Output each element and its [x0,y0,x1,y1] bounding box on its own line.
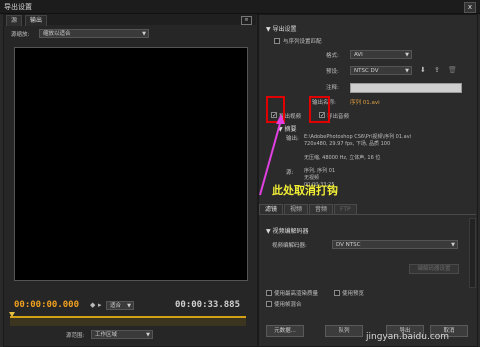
source-scale-label: 源缩放: [11,32,30,38]
chevron-down-icon: ▼ [142,31,146,37]
preset-value: NTSC DV [354,68,379,74]
tab-source[interactable]: 源 [6,15,23,26]
frame-blend-checkbox[interactable] [266,301,272,307]
set-out-icon[interactable]: ▸ [98,301,102,309]
delete-preset-icon[interactable]: 🗑 [448,66,457,74]
queue-button[interactable]: 队列 [325,325,363,337]
video-codec-heading[interactable]: ▼ 视频编解码器 [266,226,309,235]
frame-blend-label: 使用帧混合 [274,302,302,308]
tab-output[interactable]: 输出 [25,15,48,26]
video-codec-value: DV NTSC [336,242,361,248]
video-codec-dropdown[interactable]: DV NTSC ▼ [332,240,458,249]
source-tab-row: 源 输出 ≡ [3,14,256,26]
export-settings-title: 导出设置 [272,26,297,33]
fit-value: 适合 [110,303,122,309]
chevron-down-icon: ▼ [146,332,150,338]
video-preview [14,47,248,281]
annotation-arrow [259,114,285,196]
chevron-down-icon: ▼ [405,68,409,74]
use-preview-label: 使用预览 [342,291,365,297]
summary-output-line: E:\AdobePhotoshop CS6\Pr\视频\序列 01.avi [304,134,412,140]
metadata-button[interactable]: 元数据... [266,325,304,337]
source-scale-value: 缩放以适合 [43,31,71,37]
video-codec-title: 视频编解码器 [272,228,309,235]
source-scale-dropdown[interactable]: 缩放以适合 ▼ [39,29,149,38]
panel-menu-icon[interactable]: ≡ [241,16,252,25]
summary-output-line [304,148,411,155]
summary-output-line: 无压缩, 48000 Hz, 立体声, 16 位 [304,155,381,161]
window-title: 导出设置 [4,3,32,11]
summary-source-line: 无视频 [304,175,320,181]
match-sequence-checkbox[interactable] [274,38,280,44]
preset-dropdown[interactable]: NTSC DV ▼ [350,66,412,75]
max-render-checkbox[interactable] [266,290,272,296]
comment-input[interactable] [350,83,462,93]
max-render-label: 使用最高渲染质量 [274,291,319,297]
export-audio-label: 导出音频 [327,114,350,120]
use-preview-checkbox[interactable] [334,290,340,296]
export-settings-panel [258,14,478,347]
summary-output-line: 720x480, 29.97 fps, 下场, 品质 100 [304,141,391,147]
summary-output-label: 输出: [286,136,299,142]
format-value: AVI [354,52,363,58]
current-time[interactable]: 00:00:00.000 [14,300,79,310]
format-dropdown[interactable]: AVI ▼ [350,50,412,59]
save-preset-icon[interactable]: ⬇ [420,66,426,74]
source-range-dropdown[interactable]: 工作区域 ▼ [91,330,153,339]
summary-output-text: E:\AdobePhotoshop CS6\Pr\视频\序列 01.avi 72… [304,134,411,162]
summary-source-line: 序列, 序列 01 [304,168,336,174]
preset-label: 预设: [326,69,339,75]
comment-label: 注释: [326,85,339,91]
chevron-down-icon: ▼ [451,242,455,248]
tab-divider [259,214,476,215]
chevron-down-icon: ▼ [127,303,131,309]
summary-title: 摘要 [284,126,297,133]
codec-settings-button[interactable]: 编解码器设置 [409,264,459,274]
timeline-bar[interactable] [10,316,246,326]
video-codec-label: 视频编解码器: [272,243,307,249]
source-range-value: 工作区域 [95,332,118,338]
playhead-icon[interactable] [9,312,15,317]
export-settings-heading[interactable]: ▼ 导出设置 [266,24,297,33]
output-name-link[interactable]: 序列 01.avi [350,98,380,106]
scrollbar[interactable] [469,218,476,288]
watermark-text: jingyan.baidu.com [366,332,450,342]
summary-source-label: 源: [286,170,294,176]
set-in-icon[interactable]: ◆ [90,301,95,309]
chevron-down-icon: ▼ [405,52,409,58]
close-button[interactable]: x [464,2,476,13]
import-preset-icon[interactable]: ⇪ [434,66,440,74]
highlight-box-audio [309,96,330,123]
source-range-label: 源范围: [66,333,85,339]
match-sequence-label: 与序列设置匹配 [283,39,322,45]
duration: 00:00:33.885 [175,300,241,310]
fit-dropdown[interactable]: 适合 ▼ [106,301,134,310]
title-bar: 导出设置 x [0,0,480,14]
format-label: 格式: [326,53,339,59]
